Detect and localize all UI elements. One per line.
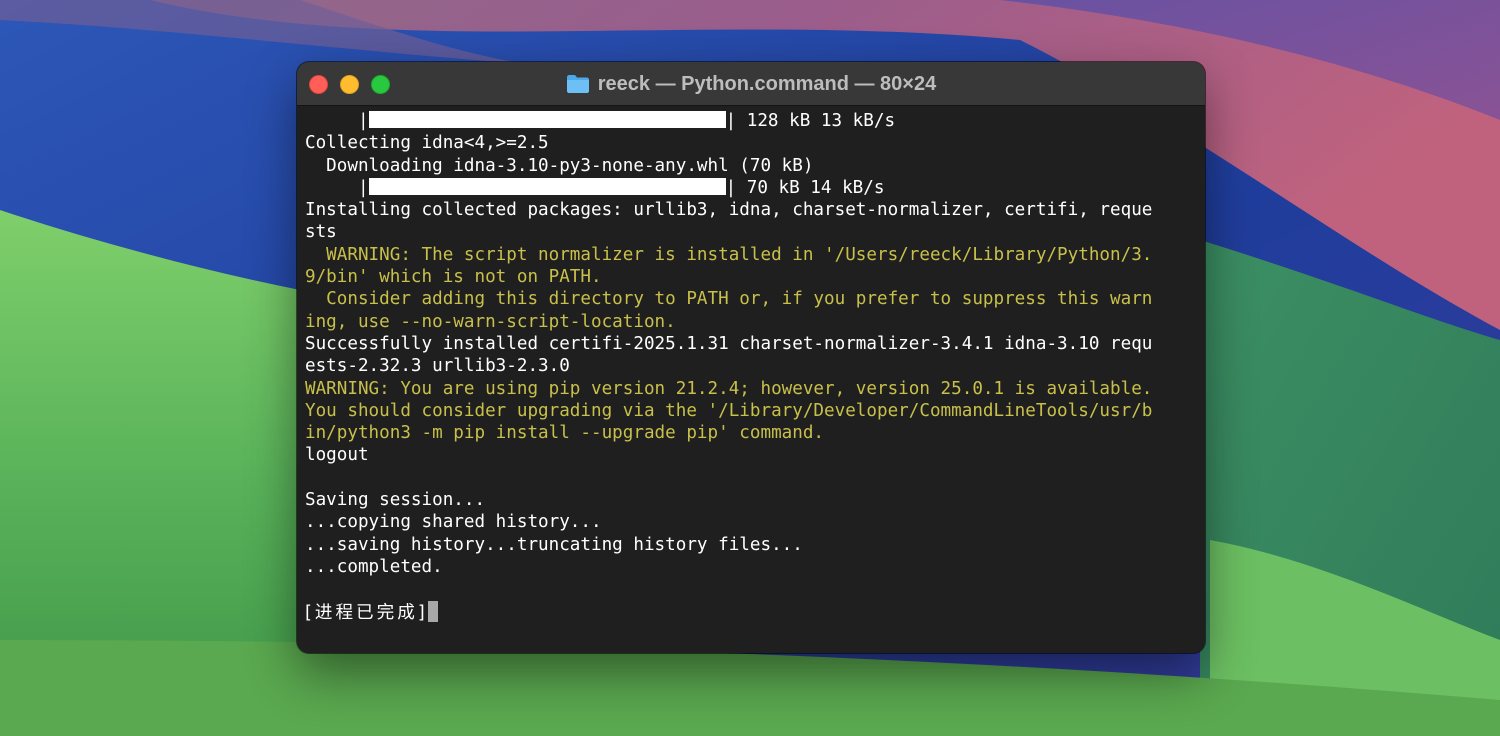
folder-icon	[566, 74, 590, 94]
line-text: Successfully installed certifi-2025.1.31…	[305, 333, 1153, 354]
line-text: Installing collected packages: urllib3, …	[305, 200, 1153, 221]
terminal-line: [进程已完成]	[305, 600, 1199, 623]
terminal-line: Collecting idna<4,>=2.5	[305, 132, 1199, 154]
title-bar[interactable]: reeck — Python.command — 80×24	[297, 62, 1205, 106]
terminal-line: ests-2.32.3 urllib3-2.3.0	[305, 355, 1199, 377]
line-text: ing, use --no-warn-script-location.	[305, 311, 676, 332]
progress-prefix: |	[305, 177, 369, 198]
window-title: reeck — Python.command — 80×24	[597, 72, 937, 95]
window-title-group: reeck — Python.command — 80×24	[297, 62, 1205, 106]
terminal-line: logout	[305, 444, 1199, 466]
progress-line: | | 128 kB 13 kB/s	[305, 110, 1199, 132]
terminal-line: ing, use --no-warn-script-location.	[305, 311, 1199, 333]
line-text: ...saving history...truncating history f…	[305, 534, 803, 555]
line-text: Downloading idna-3.10-py3-none-any.whl (…	[305, 155, 814, 176]
terminal-line: Saving session...	[305, 489, 1199, 511]
line-text: in/python3 -m pip install --upgrade pip'…	[305, 423, 825, 444]
progress-line: | | 70 kB 14 kB/s	[305, 177, 1199, 199]
progress-prefix: |	[305, 111, 369, 131]
terminal-line: 9/bin' which is not on PATH.	[305, 266, 1199, 288]
line-text: ...completed.	[305, 556, 443, 577]
terminal-window: reeck — Python.command — 80×24 | | 128 kB…	[297, 62, 1205, 653]
line-text: You should consider upgrading via the '/…	[305, 400, 1153, 421]
line-text: Saving session...	[305, 490, 486, 511]
terminal-line: ...copying shared history...	[305, 511, 1199, 533]
text-cursor	[427, 600, 438, 622]
progress-bar	[368, 177, 726, 195]
line-text: WARNING: The script normalizer is instal…	[305, 244, 1153, 265]
terminal-line: Installing collected packages: urllib3, …	[305, 199, 1199, 221]
line-text: 9/bin' which is not on PATH.	[305, 267, 602, 288]
terminal-line: ...completed.	[305, 556, 1199, 578]
terminal-output[interactable]: | | 128 kB 13 kB/s Collecting idna<4,>=2.5…	[305, 110, 1199, 646]
line-text: WARNING: You are using pip version 21.2.…	[305, 378, 1153, 399]
terminal-line: ...saving history...truncating history f…	[305, 534, 1199, 556]
line-text: logout	[305, 445, 369, 466]
terminal-line: You should consider upgrading via the '/…	[305, 400, 1199, 422]
progress-stats: | 128 kB 13 kB/s	[725, 111, 896, 131]
terminal-line: WARNING: You are using pip version 21.2.…	[305, 378, 1199, 400]
terminal-line: Successfully installed certifi-2025.1.31…	[305, 333, 1199, 355]
terminal-line: WARNING: The script normalizer is instal…	[305, 244, 1199, 266]
terminal-line: sts	[305, 221, 1199, 243]
progress-bar	[368, 111, 726, 128]
line-text: Consider adding this directory to PATH o…	[305, 289, 1153, 310]
terminal-line: Downloading idna-3.10-py3-none-any.whl (…	[305, 155, 1199, 177]
line-text: Collecting idna<4,>=2.5	[305, 133, 549, 154]
line-text: sts	[305, 222, 337, 243]
progress-stats: | 70 kB 14 kB/s	[725, 177, 885, 198]
terminal-line: in/python3 -m pip install --upgrade pip'…	[305, 422, 1199, 444]
line-text: ...copying shared history...	[305, 512, 602, 533]
process-completed-text: [进程已完成]	[305, 602, 428, 623]
terminal-line: Consider adding this directory to PATH o…	[305, 288, 1199, 310]
line-text: ests-2.32.3 urllib3-2.3.0	[305, 356, 570, 377]
